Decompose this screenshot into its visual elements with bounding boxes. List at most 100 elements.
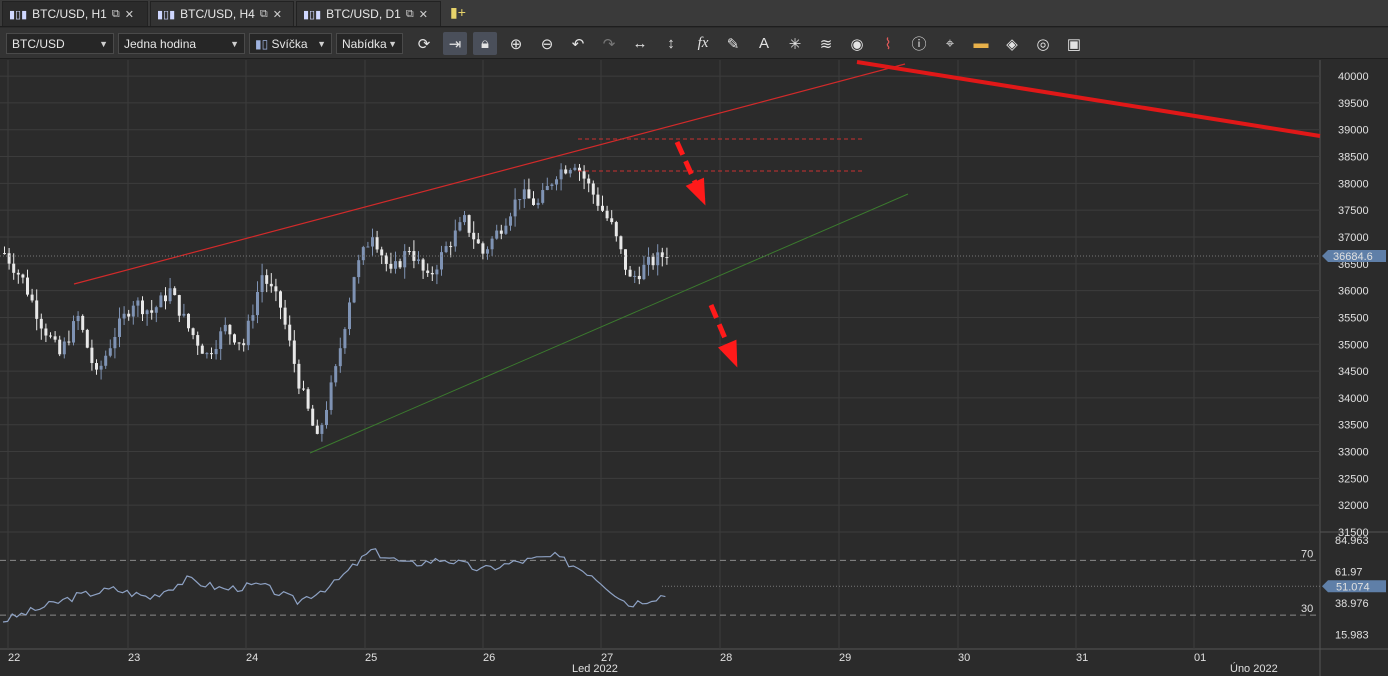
candle-body [325,409,328,426]
candle-body [320,425,324,434]
price-side-value: Nabídka [342,36,387,51]
candle-body [334,366,338,383]
pencil-icon[interactable]: ✎ [721,32,745,55]
candle-body [127,313,131,317]
candle-body [518,199,522,201]
price-axis[interactable]: 4000039500390003850038000375003700036500… [1322,71,1386,539]
candle-body [601,205,604,211]
detach-icon[interactable]: ⧉ [260,8,268,21]
rsi-tick-label: 15.983 [1335,629,1369,641]
candle-body [338,348,342,367]
price-tick-label: 37500 [1338,205,1369,217]
eye-icon[interactable]: ◉ [845,32,869,55]
timeframe-select[interactable]: Jedna hodina ▼ [118,33,245,54]
candle-body [380,249,384,256]
chart-area[interactable]: 40000 39500 39000 38500 38000 37500 37000 36500… [0,60,1388,676]
candle-body [398,261,402,268]
save-icon[interactable]: ▣ [1062,32,1086,55]
candle-body [564,169,568,174]
zoom-out-icon[interactable]: ⊖ [535,32,559,55]
candle-body [421,259,425,271]
candle-body [426,270,430,273]
chart-type-select[interactable]: ▮▯ Svíčka ▼ [249,33,332,54]
candle-body [7,253,11,264]
price-tick-label: 35000 [1338,339,1369,351]
candle-body [99,365,103,370]
refresh-icon[interactable]: ⟳ [412,32,436,55]
info-icon[interactable]: ⓘ [907,32,931,55]
candle-body [573,167,577,170]
horizontal-resize-icon[interactable]: ↔ [628,32,652,55]
rsi-level-label: 70 [1301,548,1313,560]
candle-body [200,345,204,354]
candle-body [596,194,600,206]
candle-body [118,318,121,337]
price-tick-label: 38500 [1338,152,1369,164]
candle-body [53,336,57,340]
lock-icon[interactable]: 🔒︎ [473,32,497,55]
candle-body [30,294,34,301]
candle-body [260,275,264,292]
candle-body [16,272,20,275]
candle-body [463,215,466,223]
tab-strip: ▮▯▮ BTC/USD, H1 ⧉ ✕ ▮▯▮ BTC/USD, H4 ⧉ ✕ … [0,0,1388,27]
text-tool-icon[interactable]: A [752,32,776,55]
candle-body [495,230,499,239]
price-pane[interactable] [0,60,1320,532]
candle-body [35,300,39,319]
candle-body [85,329,89,348]
candle-body [550,184,554,187]
zoom-in-icon[interactable]: ⊕ [504,32,528,55]
detach-icon[interactable]: ⧉ [112,8,120,21]
color-icon[interactable]: ▬ [969,32,993,55]
time-tick-label: 24 [246,652,258,664]
close-icon[interactable]: ✕ [125,8,134,21]
candle-body [187,313,190,329]
vertical-resize-icon[interactable]: ↕ [659,32,683,55]
candle-body [228,324,232,335]
candle-body [311,408,315,426]
symbol-select[interactable]: BTC/USD ▼ [6,33,114,54]
time-axis[interactable]: 22 23 24 25 26 27 28 29 30 31 01Led 2022 Úno 2022 [8,652,1278,675]
tab-btcusd-h4[interactable]: ▮▯▮ BTC/USD, H4 ⧉ ✕ [150,1,294,26]
chevron-down-icon: ▼ [388,38,397,49]
function-icon[interactable]: fx [691,32,715,55]
candle-body [357,260,361,278]
price-side-select[interactable]: Nabídka ▼ [336,33,403,54]
price-tick-label: 32500 [1338,473,1369,485]
candle-body [384,255,388,264]
rsi-pane[interactable] [0,533,1320,649]
close-icon[interactable]: ✕ [419,8,428,21]
candle-body [444,246,448,253]
price-tick-label: 40000 [1338,71,1369,83]
price-tick-label: 34500 [1338,366,1369,378]
add-tab-icon[interactable]: ▮+ [450,4,466,21]
candle-body [58,339,62,355]
candle-body [265,275,269,284]
candle-body [251,315,255,321]
candle-body [532,198,535,205]
candle-body [619,236,623,250]
layers-icon[interactable]: ≋ [814,32,838,55]
month-label: Úno 2022 [1230,662,1278,675]
tab-btcusd-d1[interactable]: ▮▯▮ BTC/USD, D1 ⧉ ✕ [296,1,441,26]
price-chart[interactable]: 4000039500390003850038000375003700036500… [0,60,1388,676]
candle-body [237,342,241,344]
close-icon[interactable]: ✕ [273,8,282,21]
autoscroll-icon[interactable]: ⇥ [443,32,467,55]
alert-icon[interactable]: ⌇ [876,32,900,55]
tab-btcusd-h1[interactable]: ▮▯▮ BTC/USD, H1 ⧉ ✕ [2,1,148,26]
candle-body [44,328,48,336]
crosshair-icon[interactable]: ✳ [783,32,807,55]
fill-icon[interactable]: ◈ [1000,32,1024,55]
circle-icon[interactable]: ◎ [1031,32,1055,55]
detach-icon[interactable]: ⧉ [406,8,414,21]
undo-icon[interactable]: ↶ [566,32,590,55]
candle-body [642,264,646,280]
price-tick-label: 39500 [1338,98,1369,110]
redo-icon[interactable]: ↷ [597,32,621,55]
candle-body [76,315,80,322]
rsi-level-label: 30 [1301,603,1313,615]
price-tick-label: 34000 [1338,393,1369,405]
cursor-icon[interactable]: ⌖ [938,32,962,55]
